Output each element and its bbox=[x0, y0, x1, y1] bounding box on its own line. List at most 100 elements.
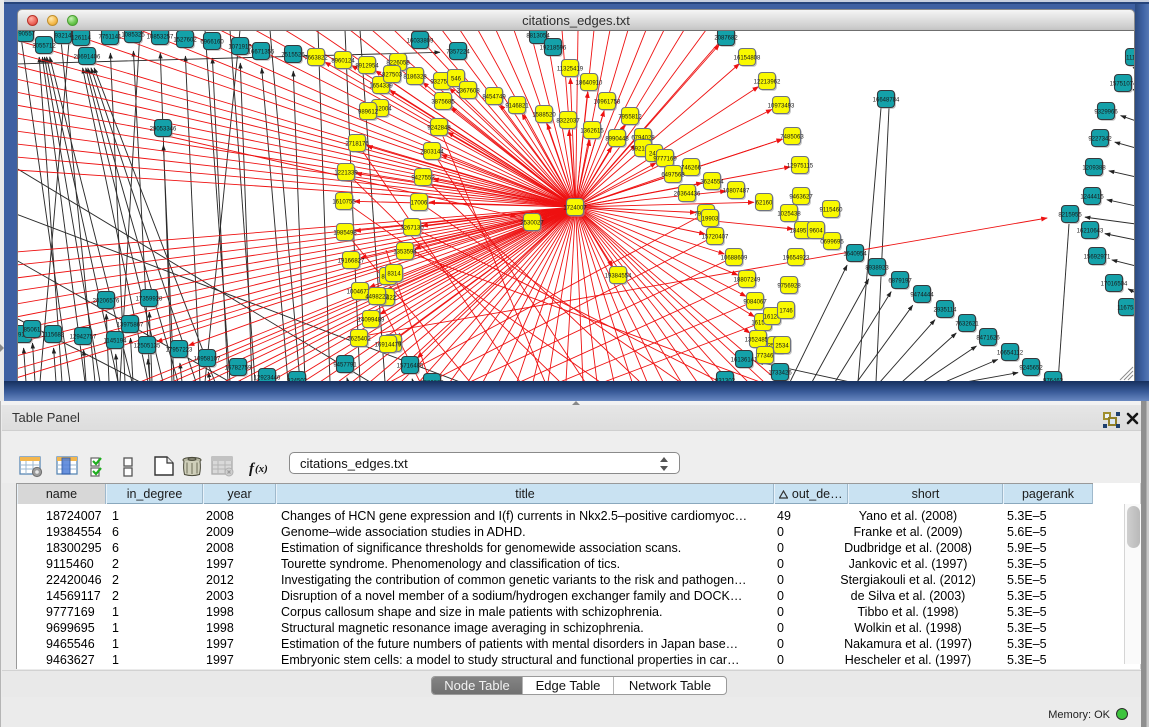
svg-text:546: 546 bbox=[451, 76, 462, 82]
svg-text:10853257: 10853257 bbox=[147, 34, 174, 40]
svg-text:116753: 116753 bbox=[1117, 305, 1135, 311]
svg-text:1145194: 1145194 bbox=[104, 338, 128, 344]
svg-text:2087682: 2087682 bbox=[714, 35, 738, 41]
svg-text:7515526: 7515526 bbox=[281, 52, 305, 58]
svg-text:9084067: 9084067 bbox=[743, 299, 767, 305]
svg-text:8186328: 8186328 bbox=[403, 74, 427, 80]
svg-text:19654923: 19654923 bbox=[783, 255, 810, 261]
svg-text:9245652: 9245652 bbox=[1019, 365, 1043, 371]
svg-text:8471626: 8471626 bbox=[976, 335, 1000, 341]
svg-text:827503: 827503 bbox=[382, 72, 403, 78]
svg-text:10973493: 10973493 bbox=[768, 103, 795, 109]
svg-text:10807487: 10807487 bbox=[723, 188, 750, 194]
svg-text:8215955: 8215955 bbox=[1058, 212, 1082, 218]
svg-text:8938923: 8938923 bbox=[865, 265, 889, 271]
svg-text:16648784: 16648784 bbox=[873, 97, 900, 103]
svg-text:8960124: 8960124 bbox=[331, 58, 355, 64]
svg-text:6966160: 6966160 bbox=[200, 39, 224, 45]
svg-text:12505135: 12505135 bbox=[134, 343, 161, 349]
svg-text:1588520: 1588520 bbox=[532, 112, 556, 118]
svg-text:18640910: 18640910 bbox=[576, 80, 603, 86]
svg-text:1353594: 1353594 bbox=[393, 249, 417, 255]
svg-text:16671355: 16671355 bbox=[248, 49, 275, 55]
svg-text:1733426: 1733426 bbox=[768, 370, 792, 376]
svg-text:7485063: 7485063 bbox=[780, 134, 804, 140]
svg-text:0699695: 0699695 bbox=[820, 239, 844, 245]
svg-text:7625402: 7625402 bbox=[347, 336, 371, 342]
svg-text:17006: 17006 bbox=[411, 200, 428, 206]
svg-text:9604: 9604 bbox=[809, 228, 823, 234]
svg-text:1527602: 1527602 bbox=[173, 37, 197, 43]
svg-text:2055712: 2055712 bbox=[32, 43, 56, 49]
svg-text:2367608: 2367608 bbox=[456, 88, 480, 94]
svg-text:746266: 746266 bbox=[681, 165, 702, 171]
svg-text:16136141: 16136141 bbox=[731, 357, 758, 363]
svg-text:1985498: 1985498 bbox=[333, 230, 357, 236]
svg-text:9457791: 9457791 bbox=[333, 362, 357, 368]
svg-text:2718176: 2718176 bbox=[345, 141, 369, 147]
svg-text:1115682: 1115682 bbox=[42, 332, 65, 338]
svg-text:8322037: 8322037 bbox=[556, 118, 580, 124]
svg-text:1221339: 1221339 bbox=[334, 170, 358, 176]
svg-text:924502: 924502 bbox=[287, 378, 308, 381]
svg-text:3624554: 3624554 bbox=[700, 179, 724, 185]
svg-text:9146821: 9146821 bbox=[505, 103, 529, 109]
svg-text:11325419: 11325419 bbox=[557, 66, 584, 72]
svg-text:19166827: 19166827 bbox=[338, 258, 365, 264]
svg-text:1724007: 1724007 bbox=[563, 205, 587, 211]
svg-text:1209388: 1209388 bbox=[1082, 165, 1106, 171]
svg-text:2803144: 2803144 bbox=[420, 149, 444, 155]
svg-text:126114: 126114 bbox=[71, 35, 91, 41]
svg-text:1362615: 1362615 bbox=[580, 128, 604, 134]
svg-text:20691406: 20691406 bbox=[74, 54, 101, 60]
svg-text:20364436: 20364436 bbox=[674, 191, 701, 197]
svg-text:13975867: 13975867 bbox=[117, 322, 144, 328]
svg-text:12923446: 12923446 bbox=[254, 375, 281, 381]
svg-text:1610755: 1610755 bbox=[332, 199, 356, 205]
svg-text:7632621: 7632621 bbox=[955, 321, 979, 327]
svg-text:12975115: 12975115 bbox=[787, 163, 814, 169]
svg-text:10961758: 10961758 bbox=[594, 99, 621, 105]
svg-text:6497568: 6497568 bbox=[661, 172, 685, 178]
svg-text:20206576: 20206576 bbox=[93, 298, 120, 304]
svg-text:10654112: 10654112 bbox=[997, 350, 1024, 356]
svg-text:1244415: 1244415 bbox=[1080, 194, 1104, 200]
svg-text:1746: 1746 bbox=[779, 308, 793, 314]
svg-text:11121: 11121 bbox=[1126, 55, 1135, 61]
svg-text:14099489: 14099489 bbox=[358, 317, 385, 323]
svg-text:15751074: 15751074 bbox=[1110, 81, 1135, 87]
svg-text:8314: 8314 bbox=[387, 271, 401, 277]
svg-text:4498222: 4498222 bbox=[365, 294, 389, 300]
svg-text:2534: 2534 bbox=[775, 343, 789, 349]
svg-text:1380203: 1380203 bbox=[420, 380, 444, 381]
svg-text:9115460: 9115460 bbox=[820, 207, 844, 213]
svg-text:16914479: 16914479 bbox=[375, 342, 402, 348]
svg-text:12942757: 12942757 bbox=[70, 334, 97, 340]
svg-text:9242848: 9242848 bbox=[427, 125, 451, 131]
svg-text:9427552: 9427552 bbox=[411, 175, 435, 181]
svg-text:1025438: 1025438 bbox=[777, 211, 801, 217]
svg-text:15716485: 15716485 bbox=[397, 363, 424, 369]
svg-text:15720407: 15720407 bbox=[702, 234, 729, 240]
svg-text:19218596: 19218596 bbox=[540, 45, 567, 51]
svg-text:12213962: 12213962 bbox=[754, 79, 781, 85]
svg-text:10688609: 10688609 bbox=[721, 255, 748, 261]
svg-text:7955812: 7955812 bbox=[618, 114, 642, 120]
svg-text:8912954: 8912954 bbox=[355, 63, 379, 69]
svg-text:19384554: 19384554 bbox=[605, 273, 632, 279]
svg-text:2935114: 2935114 bbox=[934, 307, 958, 313]
svg-text:7663822: 7663822 bbox=[304, 55, 328, 61]
svg-text:1085325: 1085325 bbox=[121, 32, 145, 38]
svg-text:29053346: 29053346 bbox=[150, 126, 177, 132]
svg-text:8990448: 8990448 bbox=[605, 136, 629, 142]
svg-text:16782759: 16782759 bbox=[225, 365, 252, 371]
svg-text:190557: 190557 bbox=[17, 31, 36, 37]
svg-text:9329966: 9329966 bbox=[1094, 109, 1118, 115]
svg-text:831302: 831302 bbox=[715, 378, 736, 381]
svg-text:1640954: 1640954 bbox=[843, 251, 867, 257]
svg-text:1654339: 1654339 bbox=[369, 83, 393, 89]
svg-text:9756928: 9756928 bbox=[777, 283, 801, 289]
svg-text:17016504: 17016504 bbox=[1101, 281, 1128, 287]
svg-text:18807249: 18807249 bbox=[734, 277, 761, 283]
svg-text:3875685: 3875685 bbox=[431, 99, 455, 105]
